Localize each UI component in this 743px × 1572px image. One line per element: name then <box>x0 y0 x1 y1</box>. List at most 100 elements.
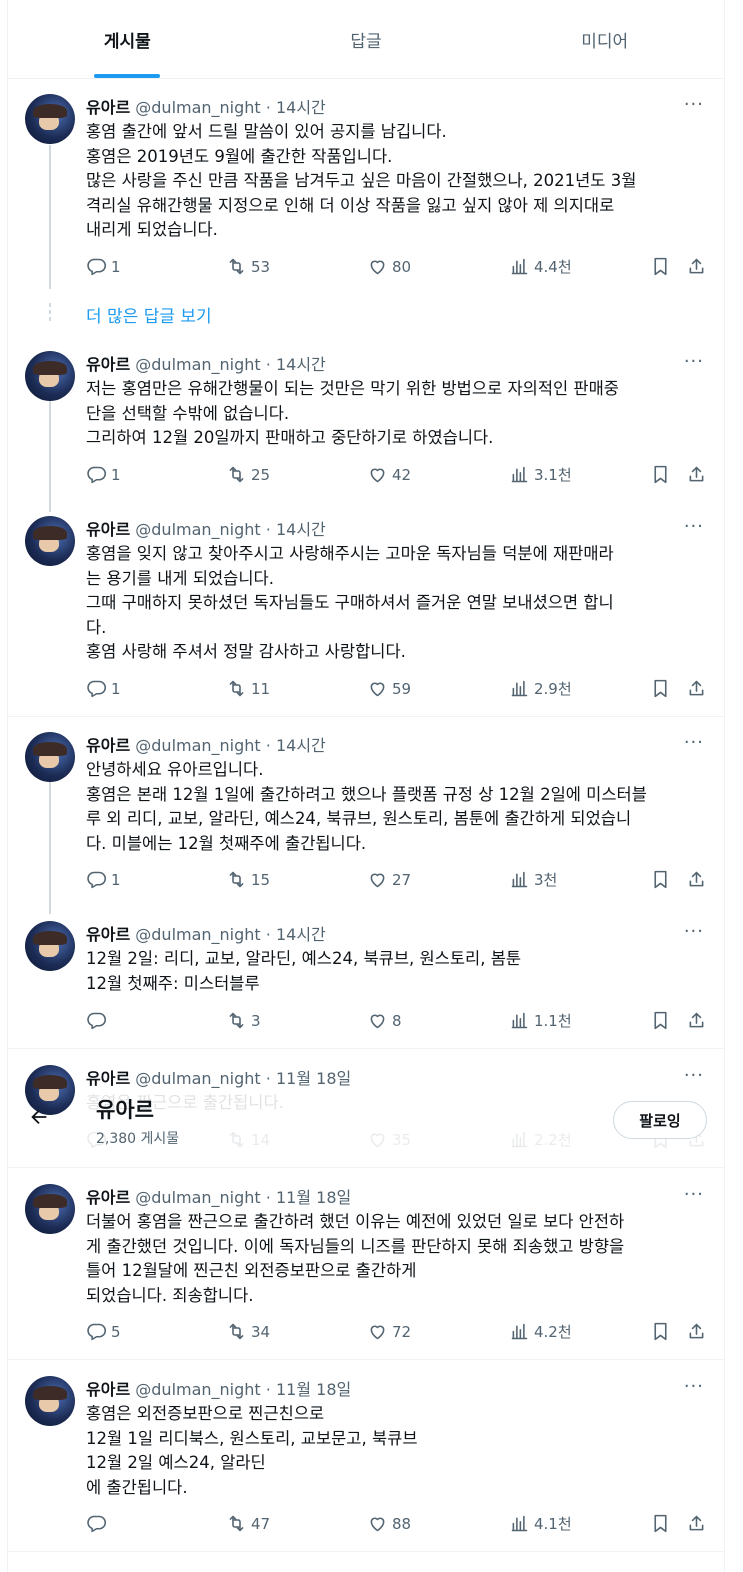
tab-posts[interactable]: 게시물 <box>8 0 247 78</box>
timestamp[interactable]: 11월 18일 <box>276 1069 351 1088</box>
tweet[interactable]: 유아르 @dulman_night · 14시간 ··· 12월 2일: 리디,… <box>8 919 724 1039</box>
timestamp[interactable]: 14시간 <box>276 736 326 755</box>
share-button[interactable] <box>686 1321 711 1342</box>
like-action[interactable]: 72 <box>367 1321 411 1342</box>
reply-action[interactable]: 5 <box>86 1321 121 1342</box>
author-handle[interactable]: @dulman_night <box>135 520 260 539</box>
bookmark-button[interactable] <box>650 464 675 485</box>
share-button[interactable] <box>686 1513 711 1534</box>
more-icon[interactable]: ··· <box>684 1065 704 1086</box>
rt-action[interactable]: 25 <box>226 464 270 485</box>
tab-media[interactable]: 미디어 <box>485 0 724 78</box>
avatar[interactable] <box>25 351 75 401</box>
tweet[interactable]: 유아르 @dulman_night · 14시간 ··· 저는 홍염만은 유해간… <box>8 349 724 499</box>
more-icon[interactable]: ··· <box>684 516 704 537</box>
avatar[interactable] <box>25 921 75 971</box>
bookmark-button[interactable] <box>650 1010 675 1031</box>
action-bar: 3 8 1.1천 <box>86 1010 714 1034</box>
share-button[interactable] <box>686 678 711 699</box>
tweet[interactable]: 유아르 @dulman_night · 11월 18일 ··· 더불어 홍염을 … <box>8 1182 724 1352</box>
more-icon[interactable]: ··· <box>684 921 704 942</box>
retweet-icon <box>229 466 244 483</box>
show-more-replies-link[interactable]: 더 많은 답글 보기 <box>86 302 212 327</box>
view-action[interactable]: 4.1천 <box>509 1513 572 1534</box>
rt-action[interactable]: 53 <box>226 256 270 277</box>
view-action[interactable]: 3천 <box>509 869 557 890</box>
author-handle[interactable]: @dulman_night <box>135 925 260 944</box>
like-count: 42 <box>392 465 412 484</box>
like-action[interactable]: 8 <box>367 1010 402 1031</box>
like-action[interactable]: 42 <box>367 464 411 485</box>
author-name[interactable]: 유아르 <box>86 1188 130 1207</box>
more-icon[interactable]: ··· <box>684 94 704 115</box>
more-icon[interactable]: ··· <box>684 351 704 372</box>
more-icon[interactable]: ··· <box>684 732 704 753</box>
share-button[interactable] <box>686 464 711 485</box>
bookmark-button[interactable] <box>650 256 675 277</box>
like-action[interactable]: 27 <box>367 869 411 890</box>
tweet[interactable]: 유아르 @dulman_night · 14시간 ··· 홍염을 잊지 않고 찾… <box>8 514 724 714</box>
timestamp[interactable]: 11월 18일 <box>276 1188 351 1207</box>
view-action[interactable]: 2.9천 <box>509 678 572 699</box>
more-icon[interactable]: ··· <box>684 1184 704 1205</box>
reply-action[interactable]: 1 <box>86 869 121 890</box>
view-action[interactable]: 4.4천 <box>509 256 572 277</box>
tweet[interactable]: 유아르 @dulman_night · 14시간 ··· 홍염 출간에 앞서 드… <box>8 92 724 292</box>
timestamp[interactable]: 14시간 <box>276 355 326 374</box>
author-handle[interactable]: @dulman_night <box>135 1069 260 1088</box>
rt-action[interactable]: 34 <box>226 1321 270 1342</box>
reply-action[interactable] <box>86 1513 111 1534</box>
arrow-left-icon[interactable] <box>28 1106 50 1134</box>
tab-replies[interactable]: 답글 <box>247 0 486 78</box>
more-icon[interactable]: ··· <box>684 1376 704 1397</box>
author-handle[interactable]: @dulman_night <box>135 1380 260 1399</box>
bookmark-button[interactable] <box>650 869 675 890</box>
author-name[interactable]: 유아르 <box>86 925 130 944</box>
view-action[interactable]: 4.2천 <box>509 1321 572 1342</box>
tweet[interactable]: 유아르 @dulman_night · 14시간 ··· 안녕하세요 유아르입니… <box>8 730 724 900</box>
reply-action[interactable]: 1 <box>86 464 121 485</box>
author-handle[interactable]: @dulman_night <box>135 736 260 755</box>
author-name[interactable]: 유아르 <box>86 1069 130 1088</box>
author-name[interactable]: 유아르 <box>86 98 130 117</box>
share-button[interactable] <box>686 1010 711 1031</box>
view-action[interactable]: 3.1천 <box>509 464 572 485</box>
reply-action[interactable]: 1 <box>86 678 121 699</box>
author-name[interactable]: 유아르 <box>86 355 130 374</box>
author-name[interactable]: 유아르 <box>86 520 130 539</box>
reply-action[interactable]: 1 <box>86 256 121 277</box>
bookmark-icon <box>654 1011 667 1030</box>
view-action[interactable]: 1.1천 <box>509 1010 572 1031</box>
reply-action[interactable] <box>86 1010 111 1031</box>
rt-action[interactable]: 11 <box>226 678 270 699</box>
timestamp[interactable]: 14시간 <box>276 925 326 944</box>
author-name[interactable]: 유아르 <box>86 1380 130 1399</box>
bookmark-button[interactable] <box>650 678 675 699</box>
rt-action[interactable]: 3 <box>226 1010 261 1031</box>
share-button[interactable] <box>686 256 711 277</box>
rt-count: 34 <box>251 1322 271 1341</box>
avatar[interactable] <box>25 516 75 566</box>
avatar[interactable] <box>25 94 75 144</box>
author-handle[interactable]: @dulman_night <box>135 355 260 374</box>
share-button[interactable] <box>686 869 711 890</box>
author-handle[interactable]: @dulman_night <box>135 98 260 117</box>
rt-count: 11 <box>251 679 271 698</box>
timestamp[interactable]: 14시간 <box>276 98 326 117</box>
timestamp[interactable]: 11월 18일 <box>276 1380 351 1399</box>
avatar[interactable] <box>25 1184 75 1234</box>
following-button[interactable]: 팔로잉 <box>613 1101 707 1139</box>
author-handle[interactable]: @dulman_night <box>135 1188 260 1207</box>
like-action[interactable]: 80 <box>367 256 411 277</box>
avatar[interactable] <box>25 1376 75 1426</box>
rt-action[interactable]: 15 <box>226 869 270 890</box>
bookmark-button[interactable] <box>650 1513 675 1534</box>
timestamp[interactable]: 14시간 <box>276 520 326 539</box>
tweet[interactable]: 유아르 @dulman_night · 11월 18일 ··· 홍염은 외전증보… <box>8 1374 724 1544</box>
rt-action[interactable]: 47 <box>226 1513 270 1534</box>
author-name[interactable]: 유아르 <box>86 736 130 755</box>
avatar[interactable] <box>25 732 75 782</box>
like-action[interactable]: 59 <box>367 678 411 699</box>
like-action[interactable]: 88 <box>367 1513 411 1534</box>
bookmark-button[interactable] <box>650 1321 675 1342</box>
